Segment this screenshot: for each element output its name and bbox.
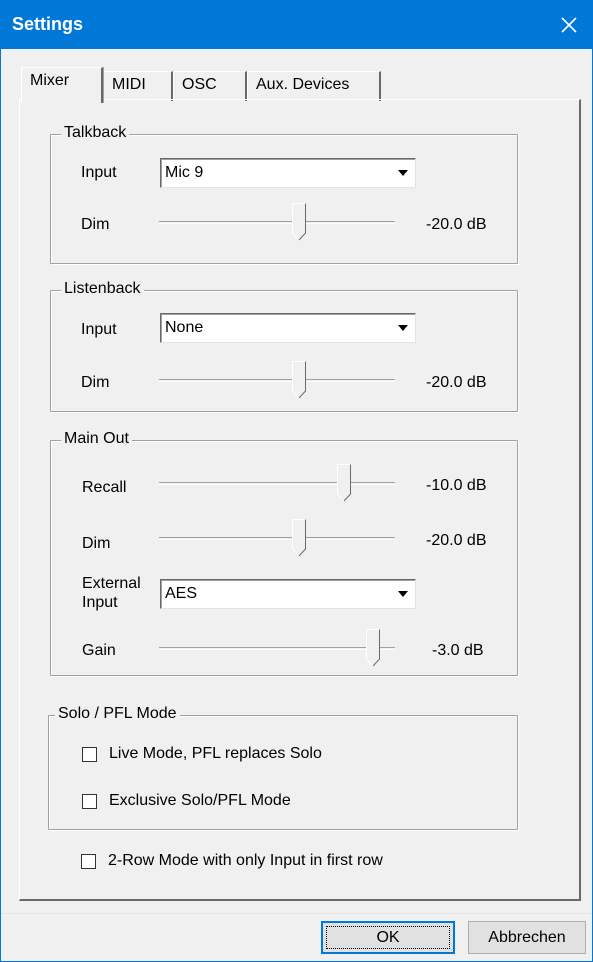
- settings-dialog: Settings Mixer MIDI OSC Aux. Devices Tal…: [0, 0, 593, 962]
- slider-track: [159, 379, 395, 382]
- tab-aux-devices[interactable]: Aux. Devices: [247, 71, 381, 101]
- main-out-dim-value: -20.0 dB: [426, 532, 487, 549]
- exclusive-solo-label: Exclusive Solo/PFL Mode: [109, 792, 291, 809]
- listenback-input-label: Input: [81, 321, 117, 338]
- main-out-external-label-line1: External: [82, 575, 141, 592]
- main-out-recall-value: -10.0 dB: [426, 477, 487, 494]
- live-mode-label: Live Mode, PFL replaces Solo: [109, 745, 322, 762]
- main-out-group-label: Main Out: [61, 430, 132, 448]
- footer-divider: [1, 913, 592, 914]
- tab-osc[interactable]: OSC: [173, 71, 247, 101]
- title-bar: Settings: [1, 1, 592, 49]
- tab-mixer[interactable]: Mixer: [21, 67, 103, 103]
- main-out-recall-label: Recall: [82, 479, 127, 496]
- slider-thumb[interactable]: [292, 519, 306, 557]
- listenback-group-label: Listenback: [61, 280, 144, 298]
- close-icon: [561, 17, 577, 33]
- cancel-button[interactable]: Abbrechen: [468, 921, 586, 954]
- slider-thumb[interactable]: [337, 464, 351, 502]
- main-out-external-input-value: AES: [165, 585, 198, 602]
- talkback-input-label: Input: [81, 164, 117, 181]
- tab-mixer-label: Mixer: [30, 72, 70, 89]
- talkback-dim-value: -20.0 dB: [426, 216, 487, 233]
- two-row-mode-label: 2-Row Mode with only Input in first row: [108, 852, 383, 869]
- talkback-dim-label: Dim: [81, 216, 110, 233]
- main-out-dim-slider[interactable]: [159, 519, 395, 559]
- talkback-input-value: Mic 9: [165, 164, 204, 181]
- listenback-group: Listenback Input None Dim -20.0 dB: [50, 280, 518, 412]
- ok-button[interactable]: OK: [321, 921, 455, 954]
- main-out-gain-label: Gain: [82, 642, 116, 659]
- listenback-input-value: None: [165, 319, 204, 336]
- talkback-dim-slider[interactable]: [159, 203, 395, 243]
- slider-track: [159, 221, 395, 224]
- listenback-dim-slider[interactable]: [159, 361, 395, 401]
- mixer-tab-panel: Talkback Input Mic 9 Dim -20.0 dB Listen…: [19, 99, 581, 901]
- main-out-dim-label: Dim: [82, 535, 111, 552]
- talkback-input-select[interactable]: Mic 9: [160, 158, 416, 188]
- main-out-group: Main Out Recall -10.0 dB Dim -20.0 dB Ex…: [50, 430, 518, 676]
- main-out-recall-slider[interactable]: [159, 464, 395, 504]
- talkback-group-label: Talkback: [61, 124, 130, 142]
- chevron-down-icon: [392, 160, 414, 186]
- tab-osc-label: OSC: [182, 76, 217, 93]
- focus-rect: [326, 926, 450, 949]
- close-button[interactable]: [546, 1, 592, 49]
- chevron-down-icon: [392, 581, 414, 607]
- solo-pfl-group: Solo / PFL Mode Live Mode, PFL replaces …: [48, 705, 518, 830]
- slider-track: [159, 537, 395, 540]
- tab-midi-label: MIDI: [112, 76, 146, 93]
- slider-track: [159, 482, 395, 485]
- main-out-gain-slider[interactable]: [159, 629, 395, 669]
- main-out-external-label-line2: Input: [82, 594, 118, 611]
- listenback-input-select[interactable]: None: [160, 313, 416, 343]
- solo-pfl-group-label: Solo / PFL Mode: [55, 705, 180, 723]
- slider-track: [159, 647, 395, 650]
- slider-thumb[interactable]: [366, 629, 380, 667]
- main-out-external-input-select[interactable]: AES: [160, 579, 416, 609]
- chevron-down-icon: [392, 315, 414, 341]
- cancel-button-label: Abbrechen: [488, 928, 566, 946]
- listenback-dim-label: Dim: [81, 374, 110, 391]
- exclusive-solo-checkbox[interactable]: [82, 794, 97, 809]
- live-mode-checkbox[interactable]: [82, 747, 97, 762]
- slider-thumb[interactable]: [292, 361, 306, 399]
- two-row-mode-checkbox[interactable]: [81, 854, 96, 869]
- slider-thumb[interactable]: [292, 203, 306, 241]
- window-title: Settings: [12, 14, 84, 34]
- talkback-group: Talkback Input Mic 9 Dim -20.0 dB: [50, 124, 518, 264]
- main-out-gain-value: -3.0 dB: [432, 642, 484, 659]
- tab-aux-devices-label: Aux. Devices: [256, 76, 350, 93]
- listenback-dim-value: -20.0 dB: [426, 374, 487, 391]
- tab-midi[interactable]: MIDI: [103, 71, 173, 101]
